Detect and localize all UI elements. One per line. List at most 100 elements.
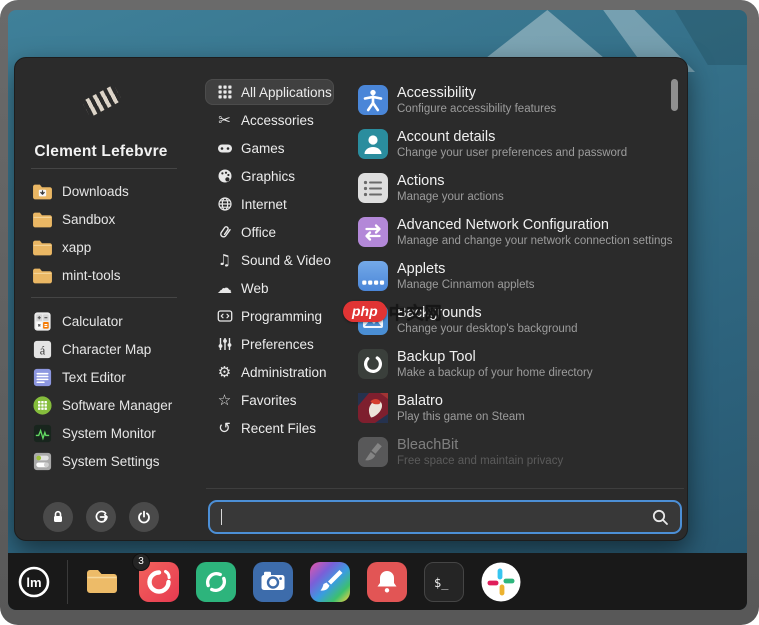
app-name: Account details [397, 129, 627, 146]
category-item-games[interactable]: Games [205, 135, 333, 161]
app-item-actions[interactable]: Actions Manage your actions [355, 166, 683, 210]
app-item-accessibility[interactable]: Accessibility Configure accessibility fe… [355, 78, 683, 122]
folder-download-icon [32, 181, 53, 202]
session-button-shutdown[interactable] [129, 502, 159, 532]
account-details-icon [358, 129, 388, 159]
category-label: Office [241, 225, 276, 240]
category-label: Graphics [241, 169, 295, 184]
category-label: Sound & Video [241, 253, 331, 268]
sliders-icon [216, 336, 233, 353]
avatar-photo [82, 85, 122, 118]
place-item-sandbox[interactable]: Sandbox [15, 205, 205, 233]
gamepad-icon [216, 140, 233, 157]
bell-icon [367, 562, 407, 602]
taskbar-item-screenshot-tool[interactable] [253, 562, 293, 602]
place-label: xapp [62, 240, 91, 255]
menu-sidebar: Clement Lefebvre Downloads Sandbox [15, 58, 205, 540]
taskbar-item-files[interactable] [82, 562, 122, 602]
mint-menu-button[interactable]: lm [8, 553, 60, 610]
taskbar-item-drawing-app[interactable] [310, 562, 350, 602]
app-item-backup-tool[interactable]: Backup Tool Make a backup of your home d… [355, 342, 683, 386]
app-item-balatro[interactable]: Balatro Play this game on Steam [355, 386, 683, 430]
system-item-label: System Monitor [62, 426, 156, 441]
draw-icon [310, 562, 350, 602]
notification-badge: 3 [132, 553, 150, 571]
gear-icon: ⚙ [216, 364, 233, 381]
place-item-mint-tools[interactable]: mint-tools [15, 261, 205, 289]
text-editor-icon [32, 367, 53, 388]
taskbar-item-firefox[interactable]: 3 [139, 562, 179, 602]
backup-tool-icon [358, 349, 388, 379]
app-item-advanced-network-configuration[interactable]: Advanced Network Configuration Manage an… [355, 210, 683, 254]
app-name: Backgrounds [397, 305, 578, 322]
category-item-all-applications[interactable]: All Applications [205, 79, 334, 105]
app-item-account-details[interactable]: Account details Change your user prefere… [355, 122, 683, 166]
scrollbar-thumb[interactable] [671, 79, 678, 111]
app-item-applets[interactable]: Applets Manage Cinnamon applets [355, 254, 683, 298]
taskbar-item-notifications[interactable] [367, 562, 407, 602]
category-label: Accessories [241, 113, 314, 128]
app-description: Manage Cinnamon applets [397, 278, 534, 292]
place-item-xapp[interactable]: xapp [15, 233, 205, 261]
system-item-label: Text Editor [62, 370, 126, 385]
system-item-label: Calculator [62, 314, 123, 329]
category-item-internet[interactable]: Internet [205, 191, 333, 217]
app-description: Manage and change your network connectio… [397, 234, 673, 248]
sidebar-divider [31, 168, 177, 169]
search-divider [206, 488, 684, 489]
system-item-label: System Settings [62, 454, 160, 469]
sidebar-divider [31, 297, 177, 298]
category-item-graphics[interactable]: Graphics [205, 163, 333, 189]
search-input[interactable] [224, 508, 651, 526]
svg-text:$_: $_ [434, 576, 449, 590]
application-list: Accessibility Configure accessibility fe… [355, 78, 683, 474]
system-item-calculator[interactable]: Calculator [15, 307, 205, 335]
actions-icon [358, 173, 388, 203]
app-name: BleachBit [397, 437, 563, 454]
software-manager-icon [32, 395, 53, 416]
category-item-web[interactable]: ☁ Web [205, 275, 333, 301]
mint-menu-panel: Clement Lefebvre Downloads Sandbox [14, 57, 688, 541]
app-name: Advanced Network Configuration [397, 217, 673, 234]
place-item-downloads[interactable]: Downloads [15, 177, 205, 205]
category-label: Web [241, 281, 269, 296]
category-item-preferences[interactable]: Preferences [205, 331, 333, 357]
bleachbit-icon [358, 437, 388, 467]
lock-icon [50, 509, 66, 525]
mint-logo-icon: lm [14, 562, 54, 602]
slack-icon [481, 562, 521, 602]
place-label: Sandbox [62, 212, 115, 227]
session-button-logout[interactable] [86, 502, 116, 532]
system-item-character-map[interactable]: á Character Map [15, 335, 205, 363]
svg-text:lm: lm [26, 575, 41, 590]
system-item-system-settings[interactable]: System Settings [15, 447, 205, 475]
system-item-system-monitor[interactable]: System Monitor [15, 419, 205, 447]
folder-icon [32, 237, 53, 258]
app-description: Change your user preferences and passwor… [397, 146, 627, 160]
category-label: Preferences [241, 337, 314, 352]
update-icon [196, 562, 236, 602]
category-item-accessories[interactable]: ✂ Accessories [205, 107, 333, 133]
system-item-text-editor[interactable]: Text Editor [15, 363, 205, 391]
palette-icon [216, 168, 233, 185]
category-item-administration[interactable]: ⚙ Administration [205, 359, 333, 385]
system-item-software-manager[interactable]: Software Manager [15, 391, 205, 419]
category-item-favorites[interactable]: ☆ Favorites [205, 387, 333, 413]
app-item-bleachbit[interactable]: BleachBit Free space and maintain privac… [355, 430, 683, 474]
logout-icon [93, 509, 109, 525]
session-button-lock-screen[interactable] [43, 502, 73, 532]
taskbar-item-update-manager[interactable] [196, 562, 236, 602]
category-item-sound-video[interactable]: ♫ Sound & Video [205, 247, 333, 273]
app-item-backgrounds[interactable]: Backgrounds Change your desktop's backgr… [355, 298, 683, 342]
calculator-icon [32, 311, 53, 332]
category-item-office[interactable]: Office [205, 219, 333, 245]
category-item-recent-files[interactable]: ↺ Recent Files [205, 415, 333, 441]
taskbar-item-slack[interactable] [481, 562, 521, 602]
category-label: Administration [241, 365, 327, 380]
user-name: Clement Lefebvre [15, 143, 187, 161]
app-description: Make a backup of your home directory [397, 366, 593, 380]
system-settings-icon [32, 451, 53, 472]
category-item-programming[interactable]: Programming [205, 303, 333, 329]
user-avatar[interactable] [70, 72, 132, 134]
taskbar-item-terminal[interactable]: $_ [424, 562, 464, 602]
